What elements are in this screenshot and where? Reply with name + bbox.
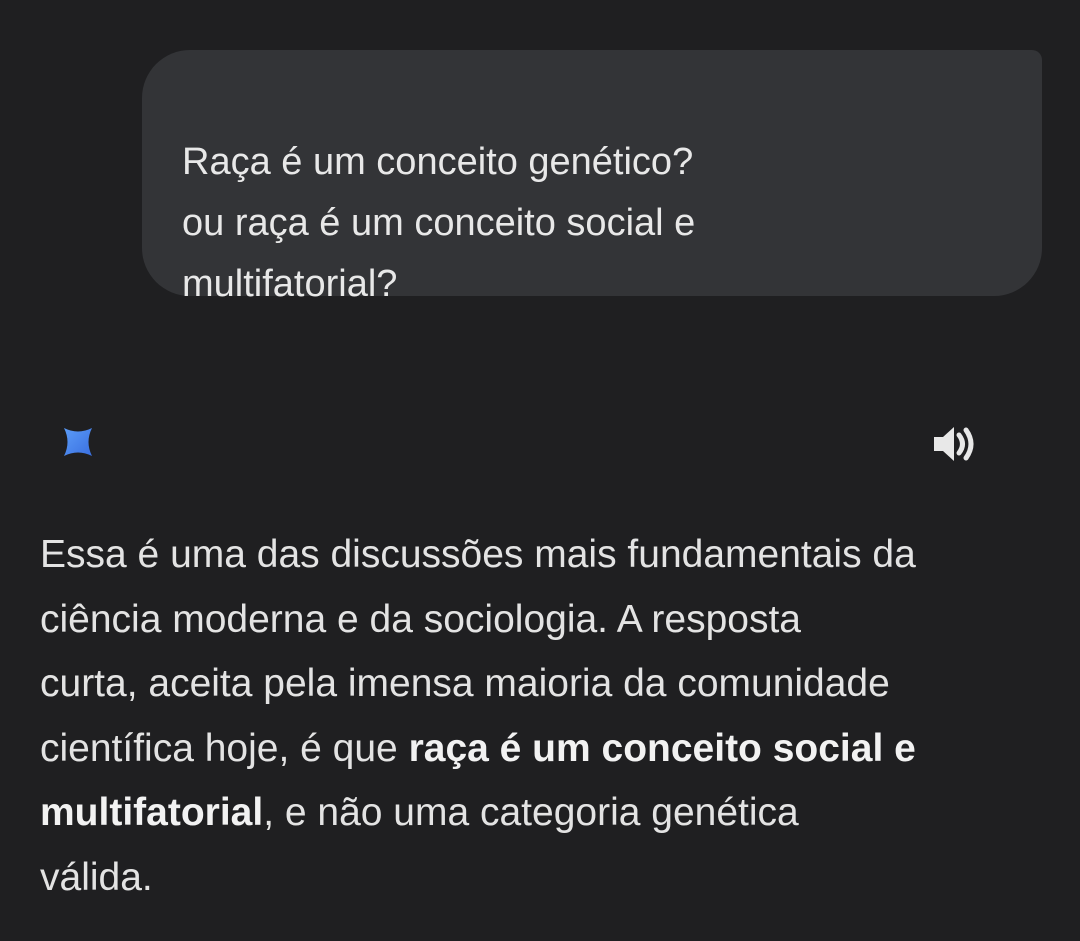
response-line: científica hoje, é que raça é um conceit… [40, 717, 1050, 782]
user-message-text: Raça é um conceito genético? ou raça é u… [182, 132, 695, 315]
user-message-line: ou raça é um conceito social e [182, 202, 696, 244]
response-text: Essa é uma das discussões mais fundament… [40, 523, 1050, 910]
user-message-line: Raça é um conceito genético? [182, 141, 694, 183]
speaker-icon [934, 427, 974, 461]
chat-screen: Raça é um conceito genético? ou raça é u… [0, 0, 1080, 941]
response-text-normal: , e não uma categoria genética [263, 791, 799, 834]
read-aloud-button[interactable] [926, 418, 982, 470]
response-text-bold: multifatorial [40, 791, 264, 834]
response-text-normal: científica hoje, é que [40, 726, 409, 770]
gemini-sparkle-icon [64, 428, 92, 456]
response-line: ciência moderna e da sociologia. A respo… [40, 597, 801, 641]
response-line: multifatorial, e não uma categoria genét… [40, 781, 1050, 846]
response-line: curta, aceita pela imensa maioria da com… [40, 662, 890, 705]
user-message-line: multifatorial? [182, 263, 398, 305]
response-text-bold: raça é um conceito social e [408, 726, 916, 770]
response-line: válida. [40, 855, 153, 899]
user-message-bubble: Raça é um conceito genético? ou raça é u… [142, 50, 1042, 305]
response-line: Essa é uma das discussões mais fundament… [40, 533, 916, 576]
